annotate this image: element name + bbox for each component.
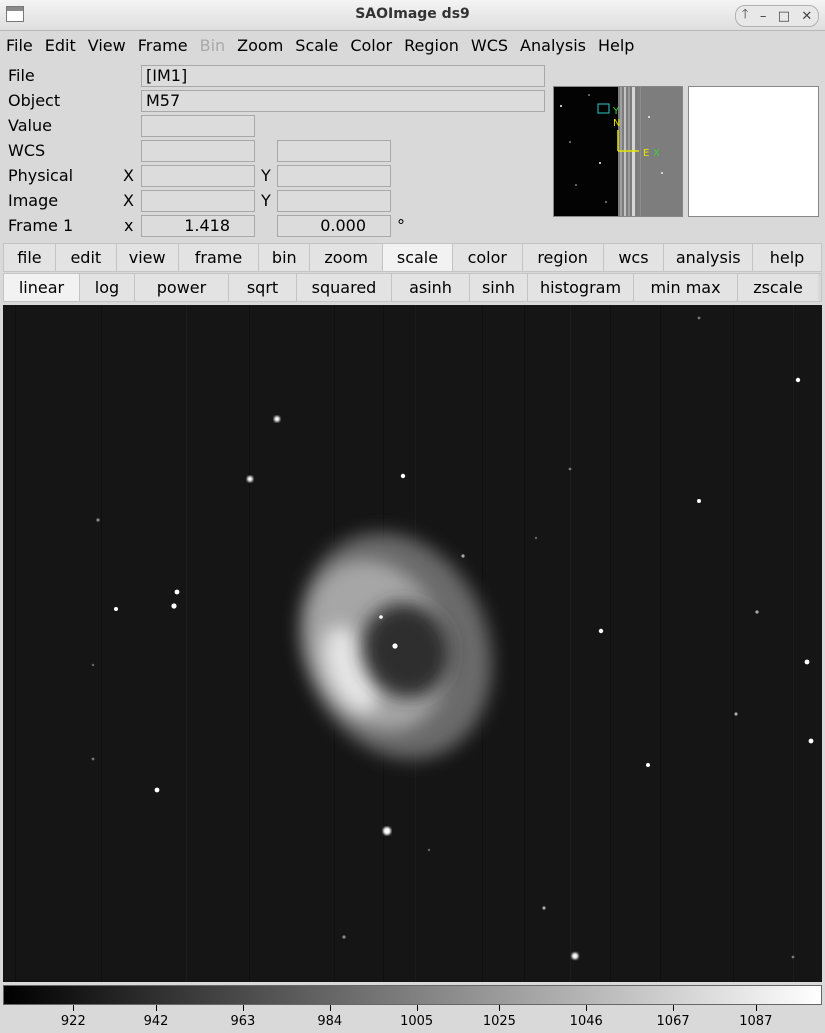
- colorbar-tick: [499, 1005, 501, 1011]
- menu-help[interactable]: Help: [592, 36, 640, 55]
- image-label: Image: [8, 191, 59, 210]
- colorbar-tick-label: 1046: [569, 1014, 603, 1029]
- panner-y-label: Y: [612, 106, 620, 117]
- window-title: SAOImage ds9: [355, 6, 470, 22]
- file-field: [IM1]: [141, 65, 545, 87]
- scale-sqrt-button[interactable]: sqrt: [229, 274, 297, 301]
- degree-label: °: [397, 216, 405, 235]
- btn-view-button[interactable]: view: [116, 244, 179, 271]
- scale-linear-button[interactable]: linear: [4, 274, 80, 301]
- menu-bar: File Edit View Frame Bin Zoom Scale Color Region…: [0, 31, 825, 60]
- menu-view[interactable]: View: [82, 36, 132, 55]
- physical-label: Physical: [8, 166, 74, 185]
- image-display[interactable]: [3, 305, 822, 982]
- file-label: File: [8, 66, 35, 85]
- btn-scale-button[interactable]: scale: [383, 244, 453, 271]
- btn-color-button[interactable]: color: [452, 244, 523, 271]
- menu-wcs[interactable]: WCS: [465, 36, 514, 55]
- colorbar-ticks: 922 942 963 984 1005 1025 1046 1067 1087: [3, 1005, 822, 1031]
- menu-scale[interactable]: Scale: [289, 36, 344, 55]
- scale-power-button[interactable]: power: [135, 274, 229, 301]
- zoom-x-label: x: [124, 216, 134, 235]
- angle-field: 0.000: [277, 215, 391, 237]
- colorbar-tick-label: 1067: [656, 1014, 690, 1029]
- menu-bin: Bin: [199, 36, 226, 55]
- menu-region[interactable]: Region: [398, 36, 465, 55]
- title-bar: SAOImage ds9 🡑 – □ ✕: [0, 0, 825, 31]
- colorbar-tick-label: 1087: [739, 1014, 773, 1029]
- btn-bin-button[interactable]: bin: [259, 244, 311, 271]
- button-bar: file edit view frame bin zoom scale color region…: [3, 243, 822, 272]
- colorbar-tick-label: 984: [317, 1014, 343, 1029]
- menu-color[interactable]: Color: [344, 36, 398, 55]
- colorbar-tick-label: 922: [60, 1014, 86, 1029]
- menu-frame[interactable]: Frame: [132, 36, 194, 55]
- image-y-field: [277, 190, 391, 212]
- panner-e-label: E: [643, 148, 649, 159]
- btn-file-button[interactable]: file: [4, 244, 56, 271]
- close-icon[interactable]: ✕: [801, 9, 812, 24]
- colorbar-tick: [156, 1005, 158, 1011]
- colorbar-tick-label: 942: [143, 1014, 169, 1029]
- btn-region-button[interactable]: region: [522, 244, 604, 271]
- physical-x-field: [141, 165, 255, 187]
- btn-edit-button[interactable]: edit: [55, 244, 117, 271]
- colorbar-tick: [329, 1005, 331, 1011]
- scale-asinh-button[interactable]: asinh: [392, 274, 470, 301]
- btn-zoom-button[interactable]: zoom: [310, 244, 384, 271]
- scale-log-button[interactable]: log: [80, 274, 135, 301]
- btn-analysis-button[interactable]: analysis: [664, 244, 754, 271]
- colorbar-tick: [755, 1005, 757, 1011]
- scale-histogram-button[interactable]: histogram: [528, 274, 634, 301]
- image-y-label: Y: [261, 191, 271, 210]
- value-label: Value: [8, 116, 52, 135]
- value-field: [141, 115, 255, 137]
- btn-help-button[interactable]: help: [753, 244, 821, 271]
- scale-button-bar: linear log power sqrt squared asinh sinh histog…: [3, 273, 822, 302]
- scale-sinh-button[interactable]: sinh: [470, 274, 528, 301]
- object-label: Object: [8, 91, 61, 110]
- physical-y-field: [277, 165, 391, 187]
- colorbar-tick: [242, 1005, 244, 1011]
- frame-label: Frame 1: [8, 216, 74, 235]
- menu-file[interactable]: File: [0, 36, 39, 55]
- wcs-x-field: [141, 140, 255, 162]
- colorbar-tick: [416, 1005, 418, 1011]
- menu-edit[interactable]: Edit: [39, 36, 82, 55]
- colorbar-tick-label: 1025: [482, 1014, 516, 1029]
- btn-frame-button[interactable]: frame: [178, 244, 260, 271]
- scale-min-max-button[interactable]: min max: [634, 274, 738, 301]
- image-canvas: [3, 305, 822, 982]
- object-field: M57: [141, 90, 545, 112]
- colorbar-tick-label: 1005: [400, 1014, 434, 1029]
- wcs-label: WCS: [8, 141, 46, 160]
- scale-zscale-button[interactable]: zscale: [738, 274, 818, 301]
- zoom-field: 1.418: [141, 215, 255, 237]
- menu-zoom[interactable]: Zoom: [231, 36, 289, 55]
- colorbar[interactable]: [3, 985, 822, 1005]
- maximize-icon[interactable]: □: [778, 9, 790, 24]
- keep-above-icon[interactable]: 🡑: [742, 5, 749, 27]
- colorbar-tick: [73, 1005, 75, 1011]
- window-controls: 🡑 – □ ✕: [735, 5, 819, 27]
- panner-n-label: N: [613, 118, 620, 129]
- info-panel: File [IM1] Object M57 Value WCS Physical…: [0, 62, 550, 240]
- minimize-icon[interactable]: –: [760, 9, 767, 24]
- scale-squared-button[interactable]: squared: [297, 274, 392, 301]
- colorbar-tick-label: 963: [230, 1014, 256, 1029]
- panner-thumbnail: N E X Y: [554, 87, 682, 216]
- colorbar-tick: [673, 1005, 675, 1011]
- image-x-field: [141, 190, 255, 212]
- panner-x-label: X: [653, 148, 660, 159]
- panner[interactable]: N E X Y: [553, 86, 683, 217]
- image-x-label: X: [123, 191, 134, 210]
- menu-analysis[interactable]: Analysis: [514, 36, 592, 55]
- wcs-y-field: [277, 140, 391, 162]
- btn-wcs-button[interactable]: wcs: [603, 244, 665, 271]
- physical-y-label: Y: [261, 166, 271, 185]
- magnifier: [688, 86, 819, 217]
- physical-x-label: X: [123, 166, 134, 185]
- colorbar-tick: [586, 1005, 588, 1011]
